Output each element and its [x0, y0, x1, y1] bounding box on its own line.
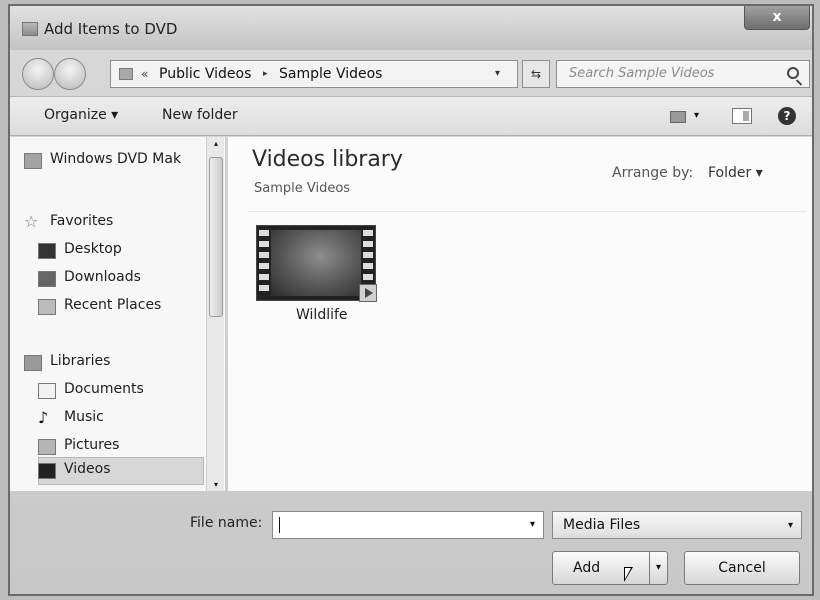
- folder-icon: [119, 68, 133, 80]
- file-list-area[interactable]: Videos library Sample Videos Arrange by:…: [228, 137, 812, 491]
- window-title: Add Items to DVD: [44, 20, 178, 38]
- file-type-value: Media Files: [563, 517, 641, 533]
- command-bar: Organize ▾ New folder ▾ ?: [10, 96, 812, 136]
- add-split-dropdown-icon[interactable]: ▾: [649, 552, 667, 584]
- search-icon[interactable]: [787, 67, 799, 79]
- back-button[interactable]: [22, 58, 54, 90]
- close-button[interactable]: x: [744, 6, 810, 30]
- change-view-icon[interactable]: [670, 111, 686, 123]
- navigation-bar: « Public Videos ▸ Sample Videos ▾ ⇆ Sear…: [10, 50, 812, 96]
- nav-item-desktop[interactable]: Desktop: [64, 241, 122, 257]
- file-name-label: File name:: [190, 515, 263, 531]
- forward-button[interactable]: [54, 58, 86, 90]
- breadcrumb-sample-videos[interactable]: Sample Videos: [279, 61, 382, 87]
- desktop-icon: [38, 243, 56, 259]
- video-thumbnail-icon[interactable]: [256, 225, 377, 302]
- star-icon: ☆: [24, 212, 39, 231]
- nav-item-downloads[interactable]: Downloads: [64, 269, 141, 285]
- arrange-by-dropdown[interactable]: Folder ▾: [708, 165, 763, 181]
- scroll-thumb[interactable]: [209, 157, 223, 317]
- title-bar[interactable]: Add Items to DVD x: [10, 6, 812, 50]
- arrange-by-label: Arrange by:: [612, 165, 694, 181]
- navigation-pane: Windows DVD Mak ☆ Favorites Desktop Down…: [10, 137, 226, 491]
- breadcrumb-separator-icon[interactable]: ▸: [263, 61, 268, 87]
- dvd-maker-app-icon: [22, 22, 38, 36]
- view-options-dropdown-icon[interactable]: ▾: [694, 110, 699, 121]
- nav-item-pictures[interactable]: Pictures: [64, 437, 119, 453]
- scroll-down-icon[interactable]: ▾: [207, 480, 225, 489]
- nav-item-recent-places[interactable]: Recent Places: [64, 297, 161, 313]
- help-icon[interactable]: ?: [778, 107, 796, 125]
- add-button-label: Add: [573, 560, 601, 576]
- add-button[interactable]: Add ▾: [552, 551, 668, 585]
- dialog-window: Add Items to DVD x « Public Videos ▸ Sam…: [8, 4, 814, 596]
- address-dropdown-icon[interactable]: ▾: [495, 61, 500, 87]
- file-type-select[interactable]: Media Files ▾: [552, 511, 802, 539]
- nav-scrollbar[interactable]: ▴ ▾: [206, 137, 224, 491]
- videos-icon: [38, 463, 56, 479]
- text-caret: [279, 517, 280, 533]
- play-icon: [359, 284, 377, 302]
- preview-pane-icon[interactable]: [732, 108, 752, 124]
- documents-icon: [38, 383, 56, 399]
- breadcrumb-overflow-icon[interactable]: «: [141, 61, 148, 87]
- selected-highlight: [38, 457, 204, 485]
- film-strip-left: [259, 230, 269, 296]
- refresh-button[interactable]: ⇆: [522, 60, 550, 88]
- search-placeholder: Search Sample Videos: [569, 66, 715, 81]
- downloads-icon: [38, 271, 56, 287]
- breadcrumb-public-videos[interactable]: Public Videos: [159, 61, 251, 87]
- file-name-label[interactable]: Wildlife: [296, 307, 348, 323]
- libraries-icon: [24, 355, 42, 371]
- pictures-icon: [38, 439, 56, 455]
- nav-item-favorites[interactable]: Favorites: [50, 213, 113, 229]
- file-name-input[interactable]: ▾: [272, 511, 544, 539]
- file-name-dropdown-icon[interactable]: ▾: [530, 519, 535, 530]
- library-title: Videos library: [252, 147, 403, 172]
- nav-item-music[interactable]: Music: [64, 409, 104, 425]
- thumbnail-image: [271, 230, 361, 296]
- nav-item-videos[interactable]: Videos: [64, 461, 111, 477]
- file-type-dropdown-icon[interactable]: ▾: [788, 520, 793, 531]
- mouse-pointer-icon: [624, 567, 633, 582]
- music-icon: ♪: [38, 408, 49, 427]
- nav-item-documents[interactable]: Documents: [64, 381, 144, 397]
- cancel-button[interactable]: Cancel: [684, 551, 800, 585]
- search-input[interactable]: Search Sample Videos: [556, 60, 810, 88]
- new-folder-button[interactable]: New folder: [162, 107, 238, 123]
- dialog-footer: File name: ▾ Media Files ▾ Add ▾ Cancel: [10, 491, 812, 594]
- address-bar[interactable]: « Public Videos ▸ Sample Videos ▾: [110, 60, 518, 88]
- nav-item-libraries[interactable]: Libraries: [50, 353, 110, 369]
- dvd-maker-icon: [24, 153, 42, 169]
- recent-places-icon: [38, 299, 56, 315]
- divider: [248, 211, 806, 212]
- nav-item-windows-dvd-maker[interactable]: Windows DVD Mak: [50, 151, 181, 167]
- organize-menu[interactable]: Organize ▾: [44, 107, 118, 123]
- library-subtitle: Sample Videos: [254, 181, 351, 196]
- scroll-up-icon[interactable]: ▴: [207, 139, 225, 148]
